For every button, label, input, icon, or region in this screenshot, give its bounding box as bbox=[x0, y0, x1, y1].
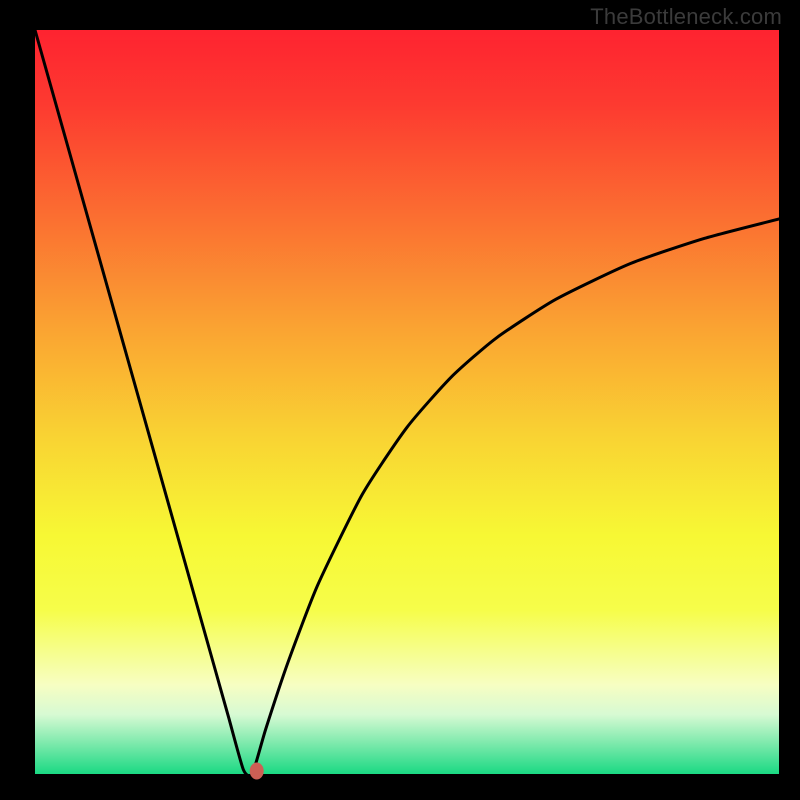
minimum-marker bbox=[250, 763, 264, 780]
watermark-text: TheBottleneck.com bbox=[590, 4, 782, 30]
bottleneck-chart bbox=[0, 0, 800, 800]
plot-background bbox=[35, 30, 779, 774]
chart-frame: TheBottleneck.com bbox=[0, 0, 800, 800]
